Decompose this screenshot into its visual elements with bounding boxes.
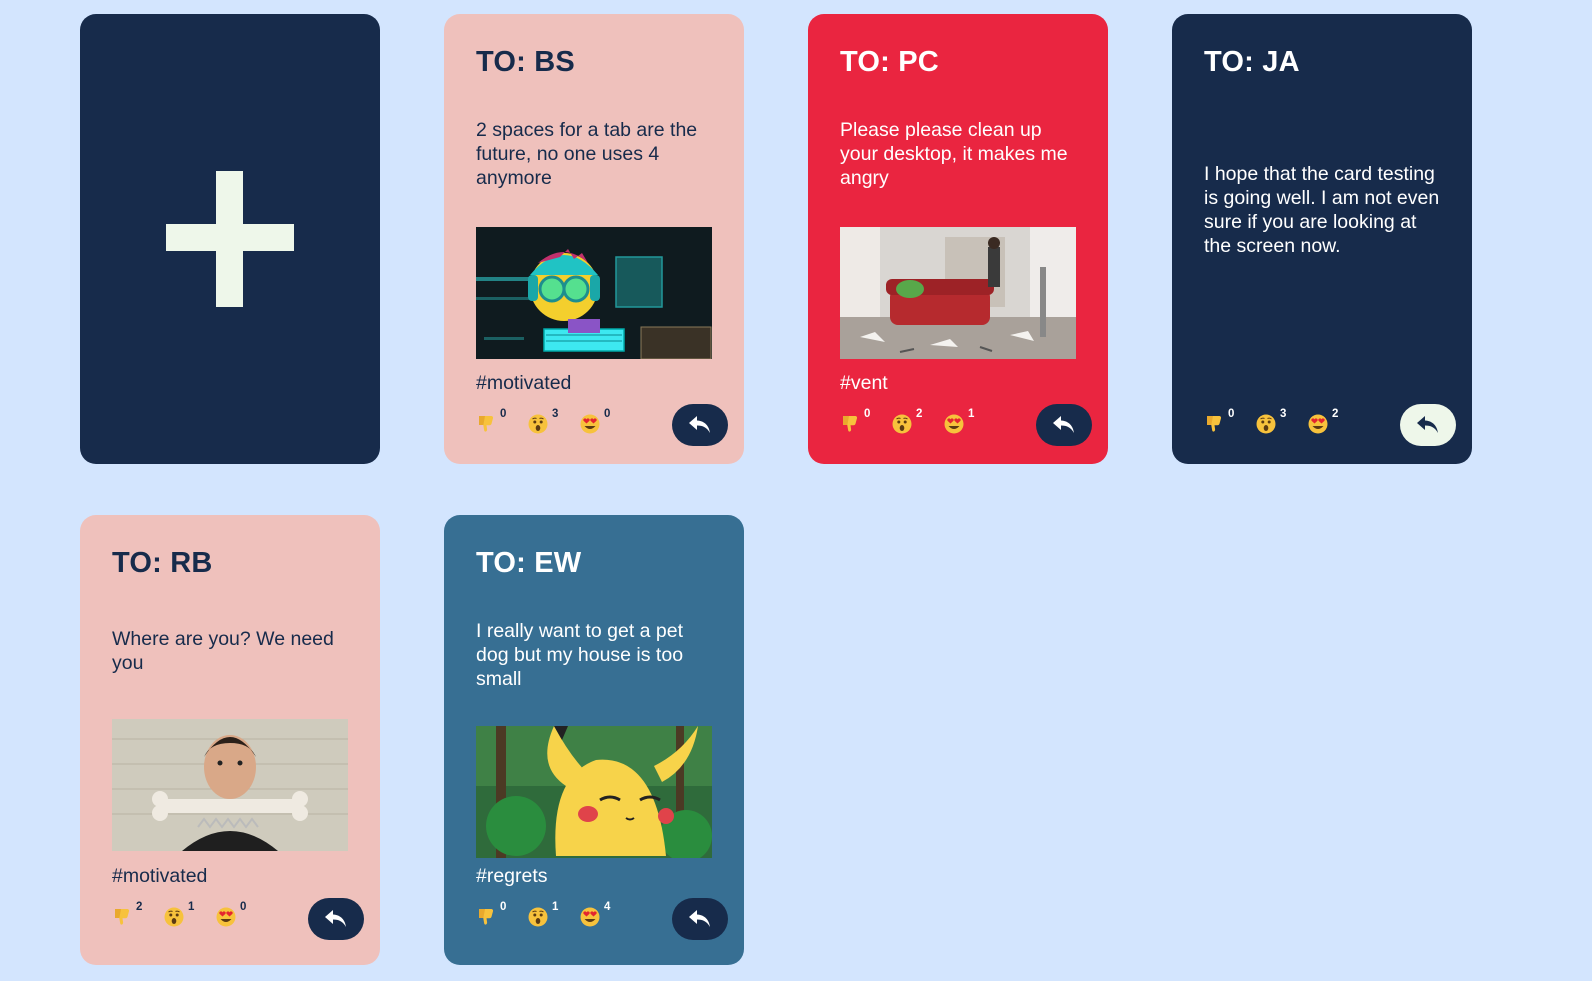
thumbs-down-icon [476, 414, 496, 434]
reply-arrow-icon [1417, 416, 1438, 433]
reaction-count: 0 [500, 408, 507, 420]
card-recipient: TO: RB [112, 547, 213, 579]
surprised-face-icon [528, 414, 548, 434]
thumbs-down-icon [476, 907, 496, 927]
surprised-face-icon [892, 414, 912, 434]
reaction-count: 0 [240, 901, 247, 913]
surprised-reaction[interactable]: 1 [528, 901, 562, 929]
card-message: I hope that the card testing is going we… [1204, 163, 1440, 257]
thumbs-down-icon [112, 907, 132, 927]
reaction-count: 2 [136, 901, 143, 913]
card-bs: TO: BS 2 spaces for a tab are the future… [444, 14, 744, 464]
thumbs-down-reaction[interactable]: 2 [112, 901, 146, 929]
reaction-count: 0 [500, 901, 507, 913]
cartoon-hacker-gif [476, 227, 712, 359]
reaction-count: 3 [1280, 408, 1287, 420]
card-ja: TO: JA I hope that the card testing is g… [1172, 14, 1472, 464]
card-hashtag: #motivated [112, 865, 208, 887]
reaction-count: 0 [864, 408, 871, 420]
heart-eyes-reaction[interactable]: 4 [580, 901, 614, 929]
add-card-button[interactable] [80, 14, 380, 464]
reaction-count: 2 [916, 408, 923, 420]
heart-eyes-reaction[interactable]: 2 [1308, 408, 1342, 436]
card-hashtag: #vent [840, 372, 888, 394]
reaction-bar: 2 1 0 [112, 901, 250, 929]
heart-eyes-reaction[interactable]: 1 [944, 408, 978, 436]
reply-button[interactable] [672, 404, 728, 446]
reply-button[interactable] [1036, 404, 1092, 446]
surprised-reaction[interactable]: 3 [1256, 408, 1290, 436]
reply-arrow-icon [1053, 416, 1074, 433]
reaction-count: 3 [552, 408, 559, 420]
man-with-bone-gif [112, 719, 348, 851]
reaction-bar: 0 2 1 [840, 408, 978, 436]
reply-arrow-icon [325, 910, 346, 927]
thumbs-down-reaction[interactable]: 0 [1204, 408, 1238, 436]
card-message: I really want to get a pet dog but my ho… [476, 620, 684, 690]
thumbs-down-reaction[interactable]: 0 [476, 408, 510, 436]
thumbs-down-icon [1204, 414, 1224, 434]
heart-eyes-icon [944, 414, 964, 434]
thumbs-down-reaction[interactable]: 0 [840, 408, 874, 436]
reaction-bar: 0 1 4 [476, 901, 614, 929]
heart-eyes-icon [580, 907, 600, 927]
surprised-face-icon [528, 907, 548, 927]
reaction-count: 0 [604, 408, 611, 420]
reaction-count: 4 [604, 901, 611, 913]
reaction-count: 2 [1332, 408, 1339, 420]
reply-button[interactable] [1400, 404, 1456, 446]
reaction-bar: 0 3 2 [1204, 408, 1342, 436]
sad-pikachu-gif [476, 726, 712, 858]
card-recipient: TO: EW [476, 547, 582, 579]
reaction-count: 1 [968, 408, 975, 420]
heart-eyes-icon [1308, 414, 1328, 434]
surprised-face-icon [164, 907, 184, 927]
surprised-reaction[interactable]: 2 [892, 408, 926, 436]
card-hashtag: #regrets [476, 865, 548, 887]
card-message: 2 spaces for a tab are the future, no on… [476, 119, 698, 189]
reaction-count: 1 [552, 901, 559, 913]
card-message: Please please clean up your desktop, it … [840, 119, 1068, 189]
card-recipient: TO: BS [476, 46, 575, 78]
card-message: Where are you? We need you [112, 628, 334, 674]
thumbs-down-icon [840, 414, 860, 434]
card-recipient: TO: JA [1204, 46, 1300, 78]
reply-arrow-icon [689, 910, 710, 927]
messy-room-gif [840, 227, 1076, 359]
surprised-face-icon [1256, 414, 1276, 434]
heart-eyes-reaction[interactable]: 0 [216, 901, 250, 929]
reaction-count: 1 [188, 901, 195, 913]
reply-arrow-icon [689, 416, 710, 433]
card-recipient: TO: PC [840, 46, 939, 78]
reply-button[interactable] [672, 898, 728, 940]
heart-eyes-icon [216, 907, 236, 927]
card-hashtag: #motivated [476, 372, 572, 394]
card-ew: TO: EW I really want to get a pet dog bu… [444, 515, 744, 965]
reaction-count: 0 [1228, 408, 1235, 420]
reply-button[interactable] [308, 898, 364, 940]
card-rb: TO: RB Where are you? We need you #motiv… [80, 515, 380, 965]
heart-eyes-icon [580, 414, 600, 434]
surprised-reaction[interactable]: 1 [164, 901, 198, 929]
plus-icon [166, 171, 294, 307]
reaction-bar: 0 3 0 [476, 408, 614, 436]
card-pc: TO: PC Please please clean up your deskt… [808, 14, 1108, 464]
thumbs-down-reaction[interactable]: 0 [476, 901, 510, 929]
surprised-reaction[interactable]: 3 [528, 408, 562, 436]
heart-eyes-reaction[interactable]: 0 [580, 408, 614, 436]
